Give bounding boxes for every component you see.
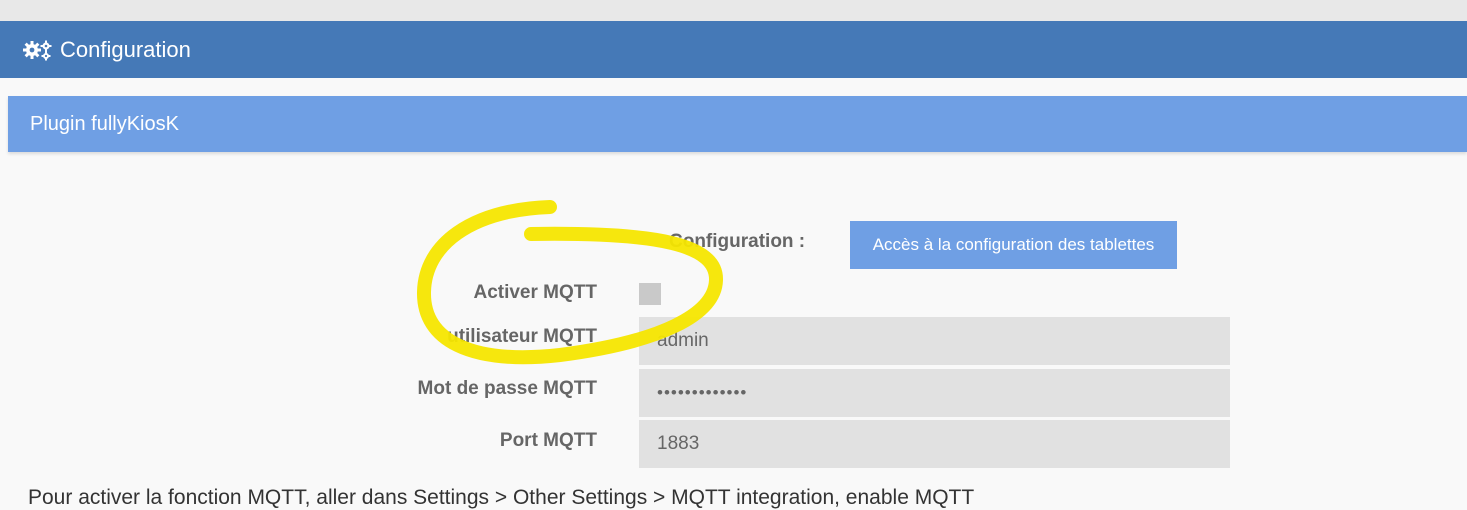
password-mqtt-input[interactable]: ••••••••••••• [639, 369, 1230, 417]
tablettes-config-button[interactable]: Accès à la configuration des tablettes [850, 221, 1177, 269]
configuration-header: Configuration [0, 21, 1467, 78]
gears-icon [22, 39, 54, 61]
plugin-title: Plugin fullyKiosK [30, 112, 179, 135]
port-mqtt-input[interactable]: 1883 [639, 420, 1230, 468]
mqtt-help-text: Pour activer la fonction MQTT, aller dan… [28, 486, 975, 509]
port-mqtt-label: Port MQTT [499, 430, 597, 451]
activer-mqtt-label: Activer MQTT [473, 282, 597, 303]
utilisateur-mqtt-label: utilisateur MQTT [447, 326, 597, 347]
configuration-title: Configuration [60, 36, 191, 62]
top-strip [0, 0, 1467, 21]
configuration-label: Configuration : [669, 231, 806, 252]
activer-mqtt-checkbox[interactable] [639, 283, 661, 305]
utilisateur-mqtt-input[interactable]: admin [639, 317, 1230, 365]
password-mqtt-label: Mot de passe MQTT [417, 378, 597, 399]
plugin-panel-title: Plugin fullyKiosK [8, 96, 1467, 152]
